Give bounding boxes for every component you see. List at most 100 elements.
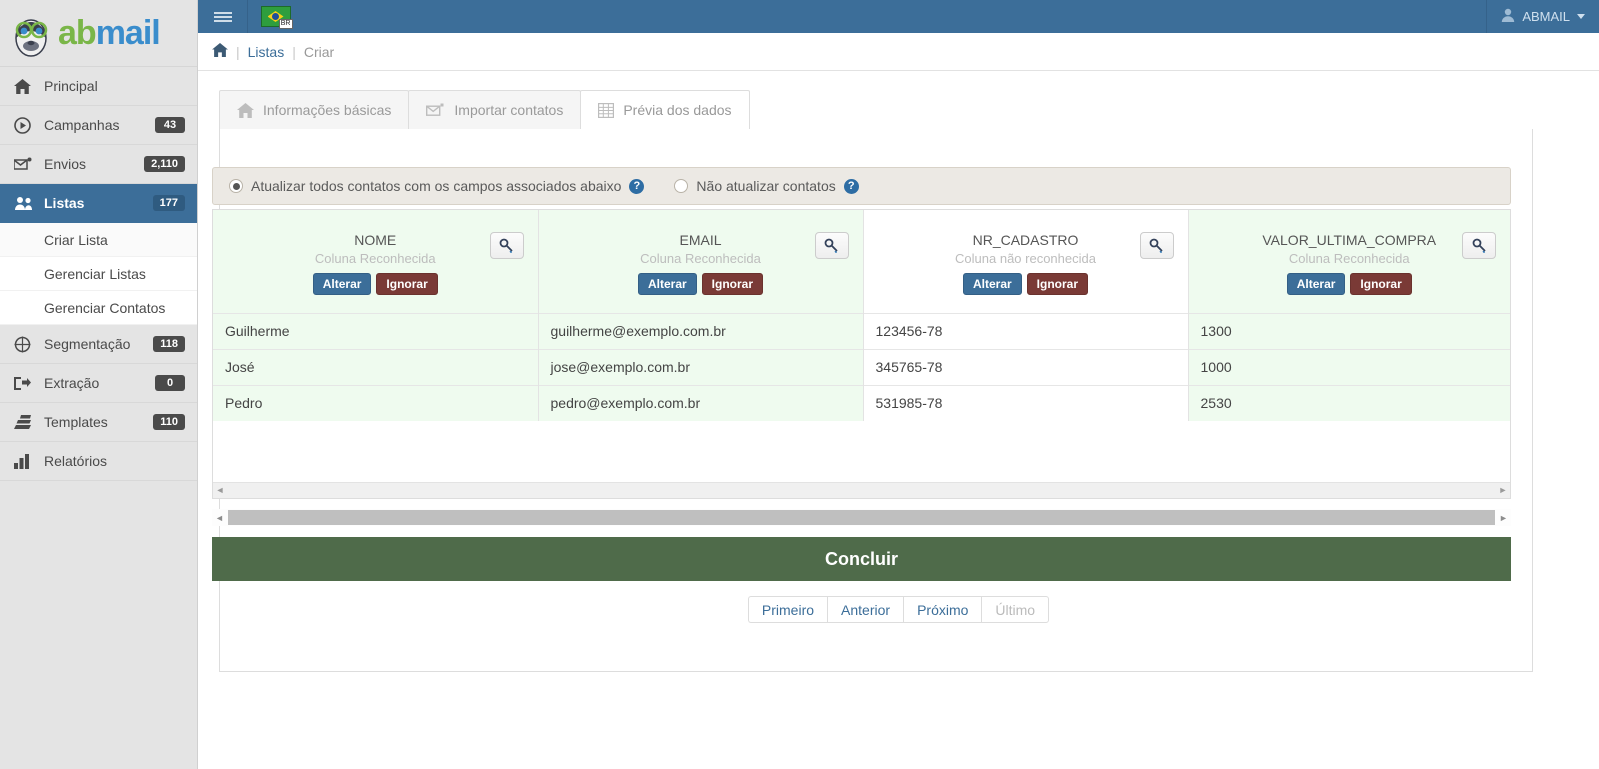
option-no-update-label: Não atualizar contatos [696, 178, 836, 194]
sidebar-subitem-criar-lista[interactable]: Criar Lista [0, 223, 197, 257]
pagination-primeiro-button[interactable]: Primeiro [747, 596, 828, 623]
brand-logo[interactable]: abmail [0, 0, 197, 67]
sidebar-subitem-gerenciar-contatos[interactable]: Gerenciar Contatos [0, 291, 197, 325]
table-body: Guilherme guilherme@exemplo.com.br 12345… [213, 312, 1510, 421]
table-cell: José [213, 348, 539, 385]
ignorar-button[interactable]: Ignorar [376, 273, 438, 295]
envelope-import-icon [426, 103, 445, 118]
tab-bar: Informações básicas Importar contatos Pr… [219, 90, 1533, 130]
ignorar-button[interactable]: Ignorar [701, 273, 764, 295]
sidebar-item-label: Principal [44, 78, 98, 94]
table-cell: Pedro [213, 384, 539, 421]
table-cell: 123456-78 [863, 312, 1189, 349]
sidebar-item-label: Campanhas [44, 117, 120, 133]
table-cell: 531985-78 [863, 384, 1189, 421]
alterar-button[interactable]: Alterar [637, 273, 697, 295]
pagination-proximo-button[interactable]: Próximo [903, 596, 982, 623]
table-cell: Guilherme [213, 312, 539, 349]
preview-table: NOME Coluna Reconhecida Alterar Ignorar … [213, 210, 1510, 421]
user-menu[interactable]: ABMAIL [1486, 0, 1599, 33]
option-no-update[interactable]: Não atualizar contatos ? [674, 178, 859, 194]
tab-informacoes-basicas[interactable]: Informações básicas [219, 90, 410, 129]
help-icon[interactable]: ? [629, 178, 645, 194]
language-selector-button[interactable]: BR [248, 0, 303, 33]
radio-update-all[interactable] [229, 179, 243, 193]
alterar-button[interactable]: Alterar [312, 273, 372, 295]
sidebar-badge: 2,110 [144, 156, 185, 172]
scroll-right-arrow-icon[interactable]: ► [1496, 486, 1510, 495]
tab-previa-dos-dados[interactable]: Prévia dos dados [580, 90, 750, 130]
table-cell: 1000 [1188, 348, 1510, 385]
pagination: Primeiro Anterior Próximo Último [198, 596, 1599, 623]
table-head: NOME Coluna Reconhecida Alterar Ignorar … [213, 210, 1510, 313]
ignorar-button[interactable]: Ignorar [1026, 273, 1089, 295]
help-icon[interactable]: ? [843, 178, 859, 194]
sidebar-item-campanhas[interactable]: Campanhas 43 [0, 106, 197, 145]
pagination-anterior-button[interactable]: Anterior [827, 596, 904, 623]
breadcrumb-item-listas[interactable]: Listas [248, 44, 285, 60]
key-icon-button[interactable] [1139, 232, 1174, 259]
column-status-label: Coluna não reconhecida [955, 251, 1096, 266]
alterar-button[interactable]: Alterar [962, 273, 1022, 295]
brand-word-ab: ab [58, 14, 97, 52]
scrollbar-thumb[interactable] [228, 510, 1495, 525]
table-cell: guilherme@exemplo.com.br [538, 312, 864, 349]
column-name-label: EMAIL [679, 232, 722, 248]
table-cell: 1300 [1188, 312, 1510, 349]
sidebar-item-relatorios[interactable]: Relatórios [0, 442, 197, 481]
sidebar-badge: 110 [153, 414, 185, 430]
sidebar-item-label: Extração [44, 375, 100, 391]
sidebar-item-label: Envios [44, 156, 87, 172]
play-circle-icon [14, 116, 38, 134]
key-icon-button[interactable] [1462, 232, 1496, 259]
table-grid-icon [598, 102, 615, 118]
sidebar-item-templates[interactable]: Templates 110 [0, 403, 197, 442]
sidebar-subitem-gerenciar-listas[interactable]: Gerenciar Listas [0, 257, 197, 291]
scroll-left-arrow-icon[interactable]: ◄ [212, 510, 227, 525]
sidebar-item-label: Segmentação [44, 336, 131, 352]
concluir-button[interactable]: Concluir [212, 537, 1511, 581]
breadcrumb-separator: | [236, 43, 240, 60]
key-icon-button[interactable] [489, 232, 524, 259]
key-icon-button[interactable] [814, 232, 849, 259]
export-icon [14, 376, 38, 391]
tab-importar-contatos[interactable]: Importar contatos [408, 90, 582, 129]
column-name-label: NR_CADASTRO [972, 232, 1079, 248]
column-header-valor-ultima-compra: VALOR_ULTIMA_COMPRA Coluna Reconhecida A… [1188, 210, 1510, 313]
sidebar-item-segmentacao[interactable]: Segmentação 118 [0, 325, 197, 364]
sidebar-submenu-listas: Criar Lista Gerenciar Listas Gerenciar C… [0, 223, 197, 325]
ignorar-button[interactable]: Ignorar [1350, 273, 1412, 295]
breadcrumb-item-criar: Criar [303, 43, 335, 60]
sidebar-badge: 0 [155, 375, 185, 391]
column-actions: Alterar Ignorar [539, 273, 863, 295]
table-cell: 345765-78 [863, 348, 1189, 385]
column-name-label: NOME [354, 232, 397, 248]
users-icon [14, 196, 38, 211]
scroll-left-arrow-icon[interactable]: ◄ [213, 486, 227, 495]
sidebar-subitem-label: Gerenciar Contatos [44, 299, 166, 316]
sidebar-item-extracao[interactable]: Extração 0 [0, 364, 197, 403]
brand-wordmark: abmail [58, 14, 161, 52]
radio-no-update[interactable] [674, 179, 689, 193]
data-preview-grid: NOME Coluna Reconhecida Alterar Ignorar … [212, 209, 1511, 499]
scroll-right-arrow-icon[interactable]: ► [1496, 510, 1511, 525]
option-update-all[interactable]: Atualizar todos contatos com os campos a… [229, 178, 645, 194]
sidebar-subitem-label: Criar Lista [44, 231, 108, 248]
column-header-nr-cadastro: NR_CADASTRO Coluna não reconhecida Alter… [863, 210, 1189, 313]
menu-toggle-button[interactable] [198, 0, 248, 33]
column-actions: Alterar Ignorar [1189, 273, 1511, 295]
grid-horizontal-scrollbar[interactable]: ◄ ► [213, 482, 1510, 498]
column-header-email: EMAIL Coluna Reconhecida Alterar Ignorar [538, 210, 864, 313]
sidebar-badge: 118 [153, 336, 185, 352]
outer-horizontal-scrollbar[interactable]: ◄ ► [212, 509, 1511, 526]
top-bar: BR ABMAIL [198, 0, 1599, 33]
sidebar-item-principal[interactable]: Principal [0, 67, 197, 106]
column-header-nome: NOME Coluna Reconhecida Alterar Ignorar [213, 210, 539, 313]
alterar-button[interactable]: Alterar [1286, 273, 1346, 295]
column-actions: Alterar Ignorar [864, 273, 1188, 295]
home-icon[interactable] [212, 43, 228, 60]
home-icon [14, 78, 38, 94]
abmail-mascot-icon [6, 8, 56, 58]
sidebar-item-envios[interactable]: Envios 2,110 [0, 145, 197, 184]
sidebar-item-listas[interactable]: Listas 177 [0, 184, 197, 223]
